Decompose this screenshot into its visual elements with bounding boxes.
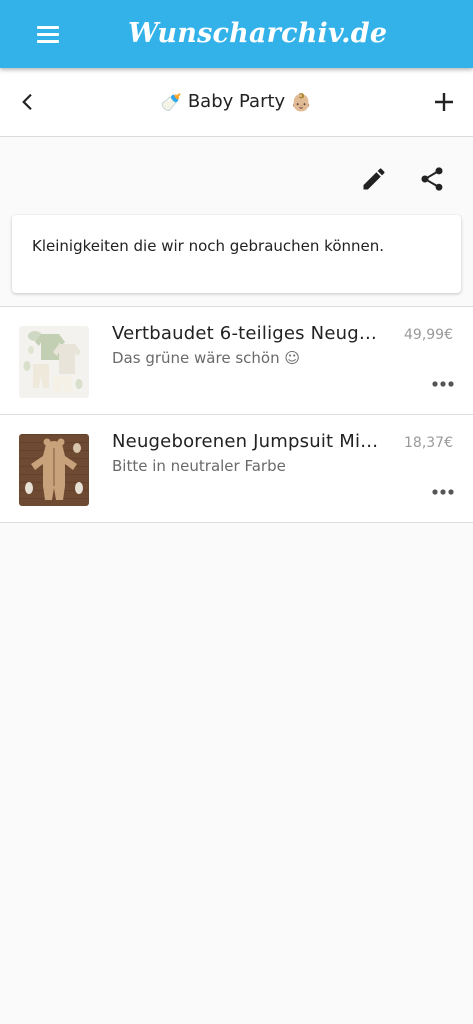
share-list-button[interactable]	[418, 165, 446, 193]
item-image	[19, 434, 89, 506]
app-bar: Wunscharchiv.de	[0, 0, 473, 68]
item-price: 18,37€	[404, 435, 453, 451]
list-description: Kleinigkeiten die wir noch gebrauchen kö…	[32, 237, 385, 255]
add-item-button[interactable]	[430, 88, 458, 116]
menu-bar-line	[37, 26, 59, 29]
list-header: 🍼 Baby Party 👶🏼	[0, 68, 473, 137]
more-horizontal-icon	[432, 489, 454, 495]
list-item[interactable]: Vertbaudet 6-teiliges Neugeborenen-Set D…	[0, 307, 473, 415]
more-horizontal-icon	[432, 381, 454, 387]
list-item[interactable]: Neugeborenen Jumpsuit Mit Kapuze Bitte i…	[0, 415, 473, 523]
share-icon	[421, 167, 443, 191]
plus-icon	[435, 93, 453, 111]
list-description-card: Kleinigkeiten die wir noch gebrauchen kö…	[12, 215, 461, 293]
back-button[interactable]	[14, 88, 42, 116]
pencil-icon	[363, 168, 385, 190]
page-title-text: Baby Party	[187, 91, 286, 112]
item-title: Vertbaudet 6-teiliges Neugeborenen-Set	[112, 323, 382, 344]
menu-icon[interactable]	[30, 20, 66, 48]
brand-logo[interactable]: Wunscharchiv.de	[128, 13, 387, 55]
jumpsuit-thumbnail	[19, 434, 89, 506]
item-price: 49,99€	[404, 327, 453, 343]
baby-clothing-set-thumbnail	[19, 326, 89, 398]
item-image	[19, 326, 89, 398]
edit-list-button[interactable]	[360, 165, 388, 193]
baby-bottle-icon: 🍼	[160, 93, 183, 113]
item-note: Bitte in neutraler Farbe	[112, 457, 286, 475]
page-title: 🍼 Baby Party 👶🏼	[90, 88, 383, 116]
item-more-button[interactable]	[429, 373, 457, 395]
wish-list: Vertbaudet 6-teiliges Neugeborenen-Set D…	[0, 306, 473, 523]
list-actions	[0, 137, 473, 215]
menu-bar-line	[37, 33, 59, 36]
item-more-button[interactable]	[429, 481, 457, 503]
chevron-left-icon	[22, 93, 32, 111]
item-note: Das grüne wäre schön ☺	[112, 349, 300, 367]
baby-face-icon: 👶🏼	[290, 93, 313, 113]
menu-bar-line	[37, 40, 59, 43]
item-title: Neugeborenen Jumpsuit Mit Kapuze	[112, 431, 382, 452]
